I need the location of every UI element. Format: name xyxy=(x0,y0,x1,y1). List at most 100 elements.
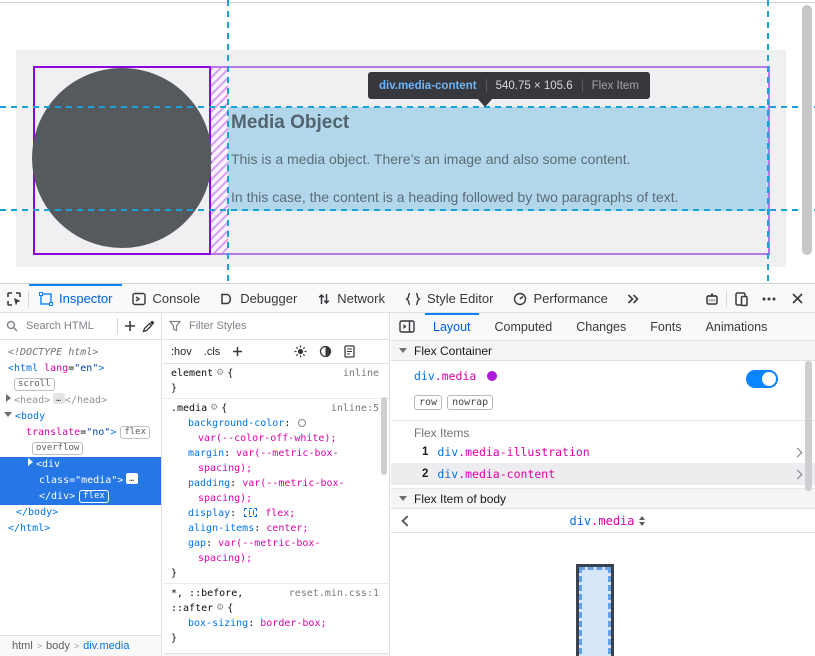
item-switcher-icon[interactable] xyxy=(639,516,645,526)
devtools-menu-button[interactable] xyxy=(755,285,783,312)
flex-item-row-2[interactable]: 2 div.media-content xyxy=(391,463,815,485)
infobar-dimensions: 540.75 × 105.6 xyxy=(496,80,573,92)
css-declaration-gap-wrap[interactable]: spacing); xyxy=(163,551,389,566)
tab-changes[interactable]: Changes xyxy=(564,313,638,340)
flex-guide-vertical-right xyxy=(767,0,769,283)
flex-sizing-diagram xyxy=(391,533,815,652)
gear-icon[interactable] xyxy=(216,366,224,381)
tab-fonts[interactable]: Fonts xyxy=(638,313,693,340)
tab-style-editor-label: Style Editor xyxy=(427,291,493,306)
markup-line-head[interactable]: <head>…</head> xyxy=(0,393,162,409)
breadcrumb-div-media[interactable]: div.media xyxy=(83,640,129,652)
breadcrumb-html[interactable]: html xyxy=(12,640,33,652)
page-scrollbar-thumb[interactable] xyxy=(802,5,812,255)
print-media-icon[interactable] xyxy=(344,345,355,358)
tab-inspector[interactable]: Inspector xyxy=(29,285,122,312)
item-index: 1 xyxy=(422,446,428,458)
class-toggle-button[interactable]: .cls xyxy=(204,346,221,358)
gear-icon[interactable] xyxy=(216,601,224,616)
scroll-badge[interactable]: scroll xyxy=(14,378,55,391)
css-declaration-margin[interactable]: margin: var(--metric-box- xyxy=(163,446,389,461)
search-html-input[interactable] xyxy=(24,319,111,333)
css-declaration-align-items[interactable]: align-items: center; xyxy=(163,521,389,536)
chevron-left-icon[interactable] xyxy=(401,515,412,526)
tab-layout[interactable]: Layout xyxy=(421,313,483,340)
css-declaration-background-color-value[interactable]: var(--color-off-white); xyxy=(163,431,389,446)
rule-media-class[interactable]: .media {inline:5 background-color: var(-… xyxy=(163,399,389,584)
layout-scrollbar-thumb[interactable] xyxy=(805,361,812,491)
css-declaration-gap[interactable]: gap: var(--metric-box- xyxy=(163,536,389,551)
item-index: 2 xyxy=(422,468,428,480)
markup-line-body-open[interactable]: <body xyxy=(0,409,162,425)
flex-item-selector[interactable]: div.media xyxy=(569,514,644,528)
responsive-design-mode-button[interactable] xyxy=(727,285,755,312)
devtools-panel: Inspector Console Debugger xyxy=(0,283,815,656)
rule-reset[interactable]: *, ::before,reset.min.css:1 ::after { bo… xyxy=(163,584,389,648)
add-rule-button[interactable] xyxy=(232,346,243,357)
rules-scrollbar-thumb[interactable] xyxy=(381,397,387,475)
css-declaration-display[interactable]: display: flex; xyxy=(163,506,389,521)
filter-styles-input[interactable] xyxy=(187,319,383,333)
markup-line-body-close[interactable]: </body> xyxy=(0,505,162,521)
tab-network[interactable]: Network xyxy=(307,285,395,312)
screenshot-button[interactable] xyxy=(698,285,726,312)
tab-debugger[interactable]: Debugger xyxy=(210,285,307,312)
tab-console[interactable]: Console xyxy=(122,285,210,312)
rule-element-style[interactable]: element {inline } xyxy=(163,364,389,399)
section-title: Flex Item of body xyxy=(414,492,506,506)
flex-badge-selected[interactable]: flex xyxy=(79,490,109,503)
tab-computed[interactable]: Computed xyxy=(483,313,565,340)
expand-sidebar-icon[interactable] xyxy=(399,320,415,333)
eyedropper-icon[interactable] xyxy=(142,320,155,333)
gear-icon[interactable] xyxy=(210,401,218,416)
flex-item-of-body-section-header[interactable]: Flex Item of body xyxy=(391,489,815,509)
css-declaration-margin-wrap[interactable]: spacing); xyxy=(163,461,389,476)
flex-display-icon[interactable] xyxy=(244,508,257,517)
light-theme-icon[interactable] xyxy=(294,345,307,358)
collapse-arrow-icon[interactable] xyxy=(399,496,407,501)
highlighter-color-swatch-icon[interactable] xyxy=(487,371,497,381)
css-declaration-padding[interactable]: padding: var(--metric-box- xyxy=(163,476,389,491)
color-swatch-icon[interactable] xyxy=(298,419,306,427)
tab-performance[interactable]: Performance xyxy=(503,285,617,312)
css-declaration-padding-wrap[interactable]: spacing); xyxy=(163,491,389,506)
flex-highlighter-toggle[interactable] xyxy=(746,370,778,388)
expand-arrow-icon[interactable] xyxy=(28,458,33,466)
close-devtools-button[interactable] xyxy=(783,285,811,312)
css-declaration-background-color[interactable]: background-color: xyxy=(163,416,389,431)
expand-arrow-icon[interactable] xyxy=(6,394,11,402)
chevron-right-icon[interactable] xyxy=(793,447,803,457)
markup-line-doctype[interactable]: <!DOCTYPE html> xyxy=(0,345,162,361)
tab-style-editor[interactable]: Style Editor xyxy=(395,285,503,312)
more-tabs-button[interactable] xyxy=(618,285,648,312)
rule-source-link[interactable]: reset.min.css:1 xyxy=(289,586,389,601)
pick-element-button[interactable] xyxy=(0,285,28,312)
markup-line-html-open[interactable]: <html lang="en"> xyxy=(0,361,162,377)
collapse-arrow-icon[interactable] xyxy=(4,412,12,417)
overflow-badge[interactable]: overflow xyxy=(32,442,83,455)
container-tag[interactable]: div xyxy=(414,369,435,383)
ellipsis-chip[interactable]: … xyxy=(126,473,138,484)
media-paragraph-1: This is a media object. There’s an image… xyxy=(231,151,630,167)
add-node-button[interactable] xyxy=(124,320,136,332)
tab-animations[interactable]: Animations xyxy=(694,313,780,340)
collapse-arrow-icon[interactable] xyxy=(399,348,407,353)
markup-line-body-attr[interactable]: translate="no">flex xyxy=(0,425,162,441)
chevron-right-icon[interactable] xyxy=(793,469,803,479)
rule-source-link[interactable]: inline xyxy=(343,366,389,381)
markup-line-html-close[interactable]: </html> xyxy=(0,521,162,537)
markup-line-div-open-selected[interactable]: <div xyxy=(0,457,162,473)
section-title: Flex Container xyxy=(414,344,492,358)
css-declaration-box-sizing[interactable]: box-sizing: border-box; xyxy=(163,616,389,631)
ellipsis-chip[interactable]: … xyxy=(53,393,65,404)
breadcrumb-body[interactable]: body xyxy=(46,640,70,652)
dark-theme-icon[interactable] xyxy=(319,345,332,358)
markup-line-div-close-selected[interactable]: </div>flex xyxy=(0,489,162,505)
flex-container-section-header[interactable]: Flex Container xyxy=(391,341,815,361)
container-class[interactable]: .media xyxy=(435,369,477,383)
markup-line-div-class-selected[interactable]: class="media">… xyxy=(0,473,162,489)
pseudo-class-button[interactable]: :hov xyxy=(171,346,192,358)
flex-badge[interactable]: flex xyxy=(120,426,150,439)
rules-panel: :hov .cls xyxy=(163,313,390,656)
flex-item-row-1[interactable]: 1 div.media-illustration xyxy=(391,441,815,463)
